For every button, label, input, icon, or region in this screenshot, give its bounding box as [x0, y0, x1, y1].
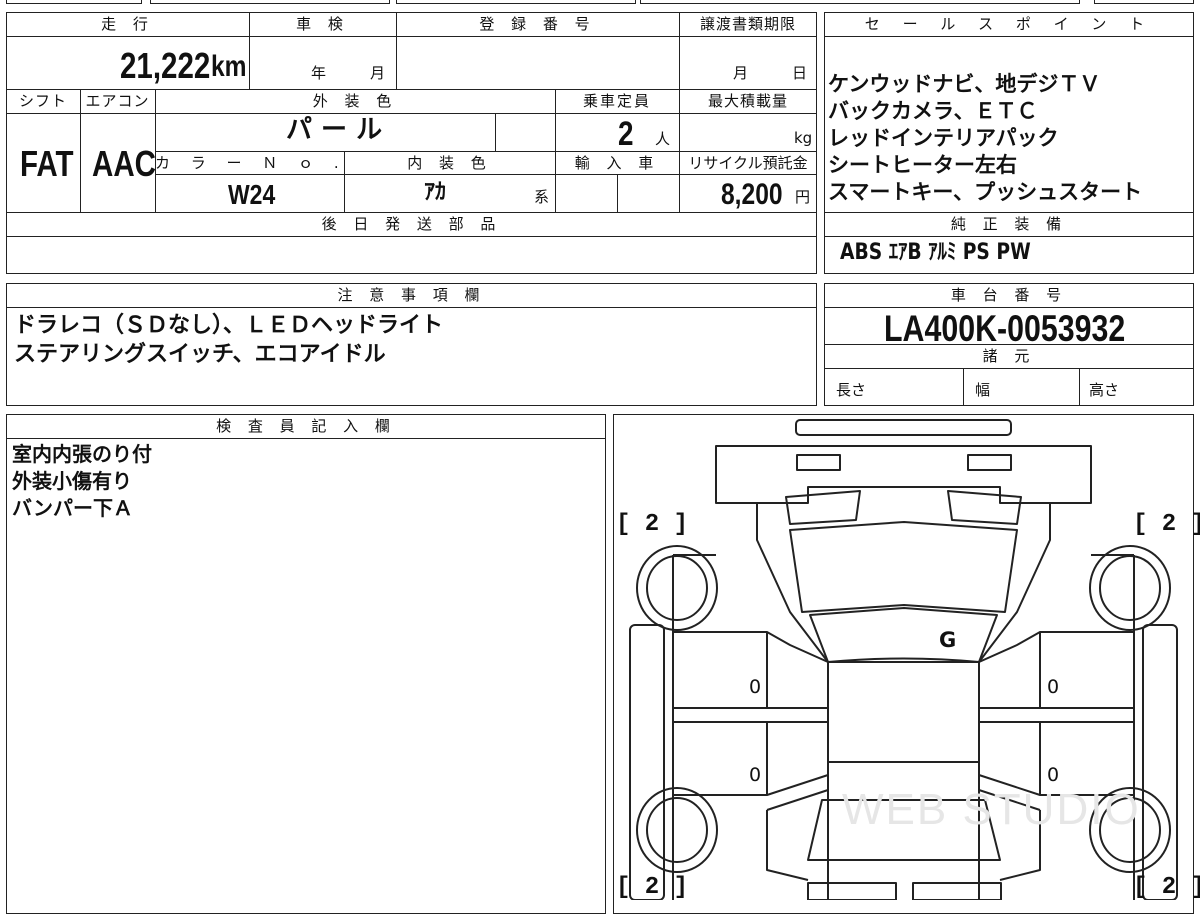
- mileage-value: 21,222: [120, 45, 211, 86]
- inspector-line-2: 外装小傷有り: [12, 469, 132, 493]
- max-load-header: 最大積載量: [707, 92, 788, 110]
- tire-rear-right-label: [ 2 ]: [1133, 874, 1200, 901]
- inspection-header: 車 検: [296, 15, 349, 33]
- aircon-header: エアコン: [85, 92, 150, 110]
- sales-point-1: ケンウッドナビ、地デジＴＶ: [828, 72, 1101, 96]
- import-header: 輸 入 車: [574, 154, 660, 172]
- interior-color-value: ｱｶ: [424, 180, 447, 205]
- transfer-month: 月: [733, 64, 749, 82]
- capacity-value: 2: [618, 115, 634, 153]
- sales-point-3: レッドインテリアパック: [828, 126, 1059, 150]
- sales-point-4: シートヒーター左右: [828, 153, 1017, 177]
- shift-value: FAT: [20, 143, 74, 184]
- tire-rear-left-label: [ 2 ]: [616, 874, 689, 901]
- notes-header: 注 意 事 項 欄: [337, 286, 486, 304]
- inspection-month: 月: [370, 64, 386, 82]
- max-load-unit: kg: [794, 129, 813, 147]
- spec-length-label: 長さ: [836, 381, 867, 399]
- spec-height-label: 高さ: [1089, 381, 1120, 399]
- specs-header: 諸 元: [982, 347, 1036, 365]
- sales-point-5: スマートキー、プッシュスタート: [828, 180, 1143, 204]
- capacity-unit: 人: [655, 130, 671, 148]
- exterior-color-value: パ ー ル: [286, 115, 383, 145]
- door-front-left-mark: 0: [749, 676, 762, 698]
- shift-header: シフト: [18, 92, 67, 110]
- inspector-line-3: バンパー下Ａ: [12, 496, 133, 520]
- recycle-fee-unit: 円: [795, 188, 811, 206]
- tire-front-right-label: [ 2 ]: [1133, 511, 1200, 538]
- mileage-header: 走 行: [101, 15, 154, 33]
- recycle-fee-header: リサイクル預託金: [688, 154, 808, 172]
- sales-points-header: セ ー ル ス ポ イ ン ト: [864, 15, 1154, 33]
- color-no-value: W24: [228, 179, 276, 210]
- recycle-fee-value: 8,200: [721, 178, 783, 211]
- later-parts-header: 後 日 発 送 部 品: [321, 215, 502, 233]
- equipment-header: 純 正 装 備: [950, 215, 1068, 233]
- registration-header: 登 録 番 号: [479, 15, 596, 33]
- watermark: WEB STUDIO: [842, 785, 1141, 834]
- sales-point-2: バックカメラ、ＥＴＣ: [828, 99, 1038, 123]
- tire-front-left-label: [ 2 ]: [616, 511, 689, 538]
- exterior-color-header: 外 装 色: [312, 92, 398, 110]
- door-front-right-mark: 0: [1047, 676, 1060, 698]
- notes-line-2: ステアリングスイッチ、エコアイドル: [14, 342, 386, 367]
- roof-damage-mark: G: [939, 628, 957, 652]
- inspection-year: 年: [311, 64, 327, 82]
- interior-color-suffix: 系: [534, 188, 550, 206]
- inspector-header: 検 査 員 記 入 欄: [216, 417, 396, 435]
- inspector-line-1: 室内内張のり付: [12, 442, 152, 466]
- aircon-value: AAC: [92, 143, 156, 184]
- notes-line-1: ドラレコ（ＳＤなし）、ＬＥＤヘッドライト: [14, 313, 444, 338]
- capacity-header: 乗車定員: [582, 92, 651, 110]
- interior-color-header: 内 装 色: [407, 154, 492, 172]
- chassis-number: LA400K-0053932: [884, 308, 1126, 349]
- transfer-day: 日: [792, 64, 808, 82]
- mileage-unit: km: [211, 50, 247, 83]
- door-rear-right-mark: 0: [1047, 764, 1060, 786]
- door-rear-left-mark: 0: [749, 764, 762, 786]
- equipment-items: ABS ｴｱB ｱﾙﾐ PS PW: [840, 240, 1031, 265]
- chassis-header: 車 台 番 号: [950, 286, 1068, 304]
- color-no-header: カ ラ ー Ｎ ｏ .: [155, 154, 347, 172]
- spec-width-label: 幅: [975, 381, 991, 399]
- transfer-deadline-header: 譲渡書類期限: [699, 15, 796, 33]
